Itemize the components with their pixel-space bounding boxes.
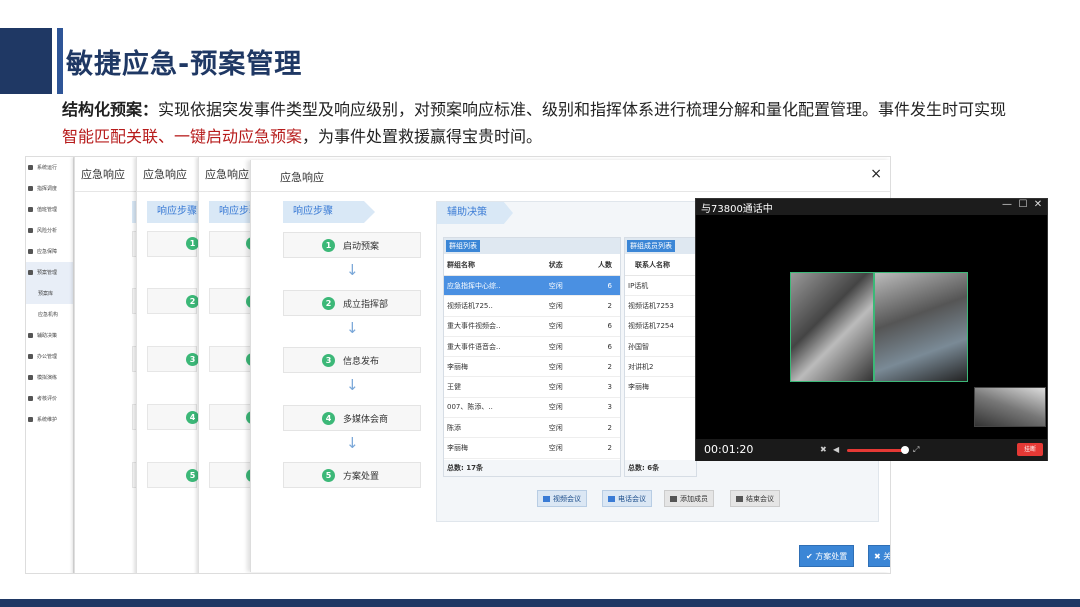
video-titlebar: 与73800通话中 — ☐ ✕ xyxy=(696,199,1047,215)
close-icon xyxy=(736,496,743,502)
list-item[interactable]: 李丽梅 xyxy=(625,377,696,398)
step-5[interactable]: 5 方案处置 xyxy=(283,462,421,488)
video-icon xyxy=(543,496,550,502)
step-4[interactable]: 4 多媒体会商 xyxy=(283,405,421,431)
nav-item-duty[interactable]: 值班管理 xyxy=(26,199,73,220)
nav-item-system-run[interactable]: 系统运行 xyxy=(26,157,73,178)
slide-description: 结构化预案：实现依据突发事件类型及响应级别，对预案响应标准、级别和指挥体系进行梳… xyxy=(62,96,1012,150)
nav-item-support[interactable]: 应急保障 xyxy=(26,241,73,262)
video-call-window: 与73800通话中 — ☐ ✕ 00:01:20 ✖ ◀ ⤢ 挂断 xyxy=(695,198,1048,461)
list-item[interactable]: 孙国智 xyxy=(625,337,696,358)
flag-icon xyxy=(28,186,33,191)
down-arrow-icon: ↓ xyxy=(346,319,359,337)
end-conference-button[interactable]: 结束会议 xyxy=(730,490,780,507)
table-row[interactable]: 007、陈添、.. 空闲 3 xyxy=(444,398,620,419)
volume-slider[interactable] xyxy=(847,449,905,452)
step-1[interactable]: 1 启动预案 xyxy=(283,232,421,258)
slide-title: 敏捷应急-预案管理 xyxy=(66,49,303,80)
shield-icon xyxy=(28,249,33,254)
nav-item-decision[interactable]: 辅助决策 xyxy=(26,325,73,346)
mute-icon[interactable]: ✖ xyxy=(820,445,827,454)
close-icon[interactable]: ✕ xyxy=(1032,199,1044,210)
bottom-decoration-bar xyxy=(0,599,1080,607)
modal-header: 应急响应 × xyxy=(251,160,890,192)
calendar-icon xyxy=(28,207,33,212)
add-user-icon xyxy=(670,496,677,502)
list-item[interactable]: 视频话机7254 xyxy=(625,317,696,337)
group-table: 群组列表 群组名称 状态 人数 应急指挥中心综.. 空闲 6 视频话机725.. 空闲… xyxy=(443,237,621,477)
desc-bold: 结构化预案： xyxy=(62,100,159,119)
step-3[interactable]: 3 信息发布 xyxy=(283,347,421,373)
step-2[interactable]: 2 成立指挥部 xyxy=(283,290,421,316)
modal-title: 应急响应 xyxy=(280,171,324,184)
nav-item-dispatch[interactable]: 指挥调度 xyxy=(26,178,73,199)
speaker-icon[interactable]: ◀ xyxy=(833,445,839,454)
down-arrow-icon: ↓ xyxy=(346,261,359,279)
desc-text-1: 实现依据突发事件类型及响应级别，对预案响应标准、级别和指挥体系进行梳理分解和量化… xyxy=(158,100,1007,119)
phone-icon xyxy=(608,496,615,502)
maximize-icon[interactable]: ☐ xyxy=(1017,199,1029,210)
gear-icon xyxy=(28,417,33,422)
video-call-title: 与73800通话中 xyxy=(701,204,773,215)
list-item[interactable]: 对讲机2 xyxy=(625,357,696,378)
member-table-header: 联系人名称 xyxy=(625,254,696,276)
table-row[interactable]: 王健 空闲 3 xyxy=(444,377,620,398)
table-row[interactable]: 李丽梅 空闲 2 xyxy=(444,357,620,378)
nav-item-maintain[interactable]: 系统维护 xyxy=(26,409,73,430)
list-item[interactable]: IP话机 xyxy=(625,276,696,297)
nav-item-plan[interactable]: 预案管理 xyxy=(26,262,73,283)
sidebar-nav: 系统运行 指挥调度 值班管理 风险分析 应急保障 预案管理 预案库 应急机构 辅… xyxy=(26,157,74,573)
table-row[interactable]: 重大事件语音会.. 空闲 6 xyxy=(444,337,620,358)
nav-item-plan-library[interactable]: 预案库 xyxy=(26,283,73,304)
close-button[interactable]: ✖ 关闭 xyxy=(868,545,890,567)
nav-item-agency[interactable]: 应急机构 xyxy=(26,304,73,325)
down-arrow-icon: ↓ xyxy=(346,434,359,452)
table-row[interactable]: 重大事件视频会.. 空闲 6 xyxy=(444,317,620,337)
nav-item-assess[interactable]: 考核评价 xyxy=(26,388,73,409)
minimize-icon[interactable]: — xyxy=(1001,199,1013,210)
desc-highlight: 智能匹配关联、一键启动应急预案 xyxy=(62,127,303,146)
group-table-total: 总数: 17条 xyxy=(444,460,620,476)
video-feed-self xyxy=(974,387,1046,427)
member-table-total: 总数: 6条 xyxy=(625,460,696,476)
video-controls: 00:01:20 ✖ ◀ ⤢ 挂断 xyxy=(696,439,1047,461)
group-table-header: 群组名称 状态 人数 xyxy=(444,254,620,276)
video-feed-2 xyxy=(874,272,968,382)
pin-icon xyxy=(28,396,33,401)
nav-item-office[interactable]: 办公管理 xyxy=(26,346,73,367)
nav-item-risk[interactable]: 风险分析 xyxy=(26,220,73,241)
assist-decision-tab[interactable]: 辅助决策 xyxy=(437,202,513,224)
video-feed-1 xyxy=(790,272,874,382)
chart-icon xyxy=(28,228,33,233)
call-timer: 00:01:20 xyxy=(704,443,754,456)
list-item[interactable]: 视频话机7253 xyxy=(625,296,696,317)
table-row[interactable]: 李丽梅 空闲 2 xyxy=(444,438,620,459)
video-conference-button[interactable]: 视频会议 xyxy=(537,490,587,507)
add-member-button[interactable]: 添加成员 xyxy=(664,490,714,507)
modal-close-button[interactable]: × xyxy=(870,166,882,182)
member-table-tag: 群组成员列表 xyxy=(627,240,675,252)
slide: 敏捷应急-预案管理 结构化预案：实现依据突发事件类型及响应级别，对预案响应标准、… xyxy=(0,0,1080,607)
response-steps-tab[interactable]: 响应步骤 xyxy=(283,201,375,223)
title-decoration-bar xyxy=(57,28,63,94)
group-table-tag: 群组列表 xyxy=(446,240,480,252)
desc-text-2: ，为事件处置救援赢得宝贵时间。 xyxy=(302,127,543,146)
table-row[interactable]: 视频话机725.. 空闲 2 xyxy=(444,296,620,317)
film-icon xyxy=(28,375,33,380)
plan-execute-button[interactable]: ✔ 方案处置 xyxy=(799,545,855,567)
table-row[interactable]: 陈添 空闲 2 xyxy=(444,418,620,439)
volume-knob[interactable] xyxy=(901,446,909,454)
phone-conference-button[interactable]: 电话会议 xyxy=(602,490,652,507)
home-icon xyxy=(28,165,33,170)
member-table: 群组成员列表 联系人名称 IP话机 视频话机7253 视频话机7254 孙国智 … xyxy=(624,237,697,477)
down-arrow-icon: ↓ xyxy=(346,376,359,394)
plus-icon xyxy=(28,333,33,338)
table-row[interactable]: 应急指挥中心综.. 空闲 6 xyxy=(444,276,620,297)
doc-icon xyxy=(28,270,33,275)
briefcase-icon xyxy=(28,354,33,359)
fullscreen-icon[interactable]: ⤢ xyxy=(913,445,919,455)
title-decoration-block xyxy=(0,28,52,94)
nav-item-drill[interactable]: 模拟演练 xyxy=(26,367,73,388)
hangup-button[interactable]: 挂断 xyxy=(1017,443,1043,456)
